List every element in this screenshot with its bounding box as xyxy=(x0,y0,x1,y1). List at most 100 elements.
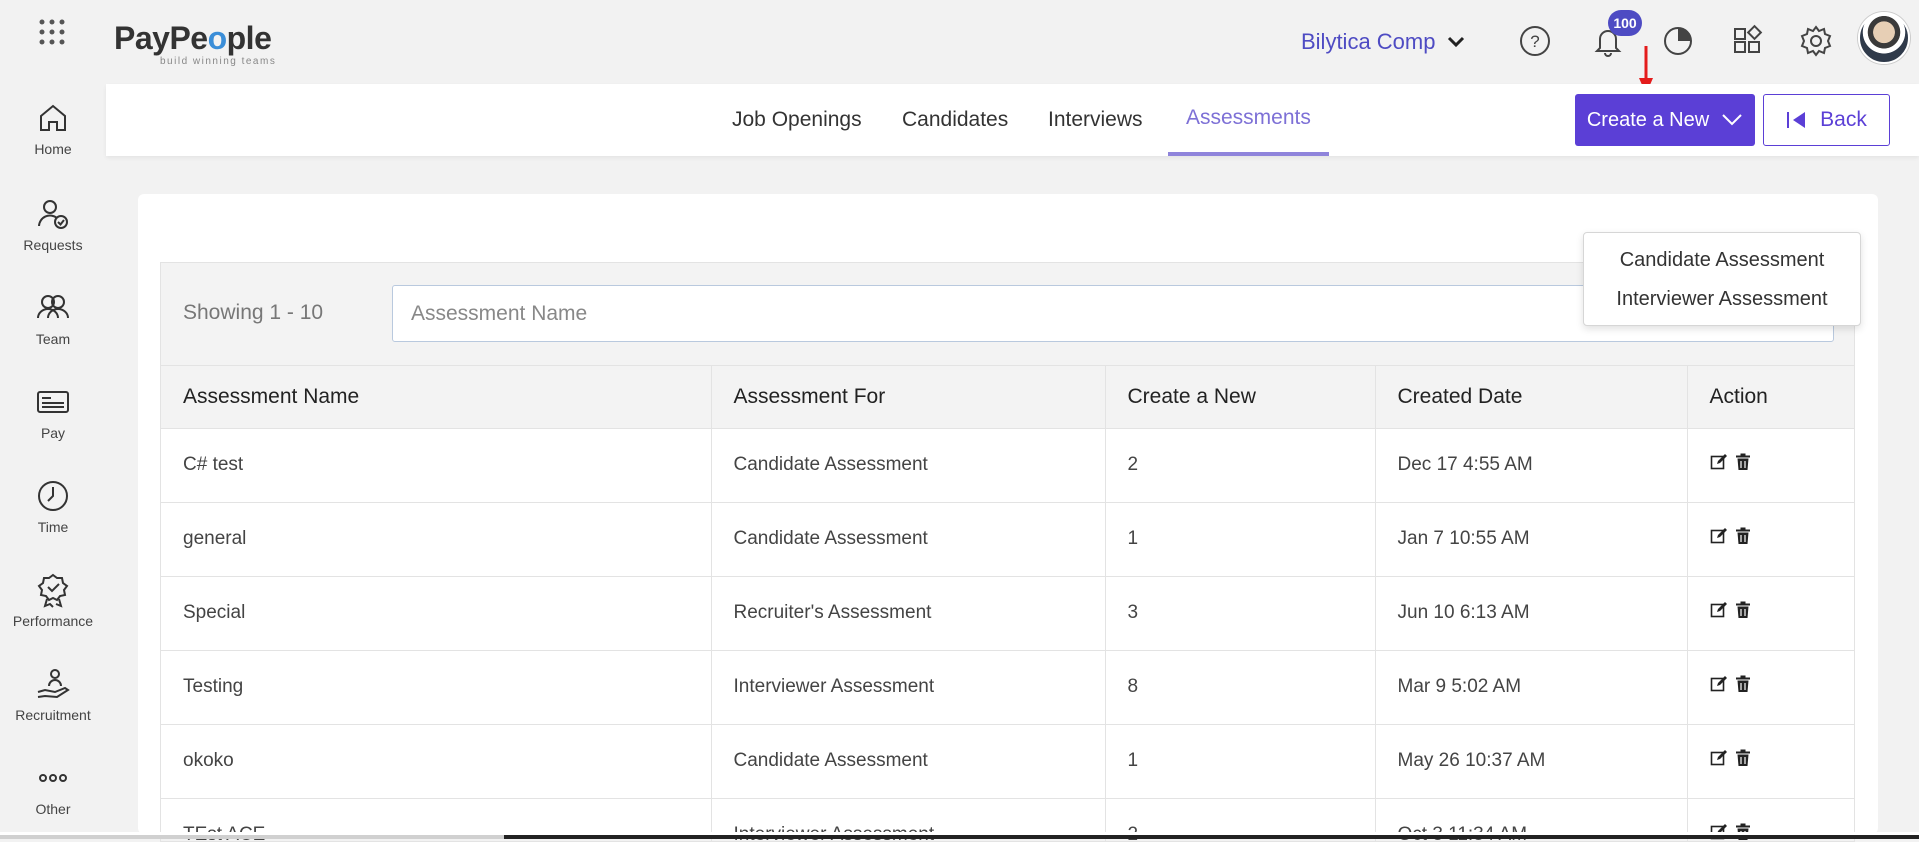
created-date-cell: Jun 10 6:13 AM xyxy=(1375,576,1688,651)
sidebar-item-other[interactable]: Other xyxy=(0,760,106,840)
chevron-down-icon xyxy=(1722,114,1742,126)
assessment-name-cell: okoko xyxy=(161,724,712,799)
tab-job-openings[interactable]: Job Openings xyxy=(732,84,862,156)
created-date-cell: Jan 7 10:55 AM xyxy=(1375,502,1688,577)
table-header-row: Assessment Name Assessment For Create a … xyxy=(161,366,1854,429)
sidebar-item-home[interactable]: Home xyxy=(0,100,106,180)
performance-icon xyxy=(37,573,69,608)
tab-assessments[interactable]: Assessments xyxy=(1168,84,1329,156)
sidebar-item-performance[interactable]: Performance xyxy=(0,572,106,652)
assessment-for-cell: Candidate Assessment xyxy=(711,502,1106,577)
table-row: Testing Interviewer Assessment 8 Mar 9 5… xyxy=(161,650,1854,725)
widgets-icon[interactable] xyxy=(1730,24,1764,58)
action-cell xyxy=(1687,650,1854,725)
assessment-name-cell: Testing xyxy=(161,650,712,725)
sidebar-item-pay[interactable]: Pay xyxy=(0,384,106,464)
home-icon xyxy=(40,104,66,131)
assessment-name-cell: general xyxy=(161,502,712,577)
table-row: Special Recruiter's Assessment 3 Jun 10 … xyxy=(161,576,1854,651)
recruitment-icon xyxy=(37,669,70,699)
action-cell xyxy=(1687,502,1854,577)
created-date-cell: Dec 17 4:55 AM xyxy=(1375,428,1688,503)
sidebar-item-requests[interactable]: Requests xyxy=(0,196,106,276)
menu-item-interviewer-assessment[interactable]: Interviewer Assessment xyxy=(1584,286,1860,325)
trash-icon[interactable] xyxy=(1734,675,1752,693)
assessment-for-cell: Recruiter's Assessment xyxy=(711,576,1106,651)
scrollbar-thumb[interactable] xyxy=(504,835,1919,839)
sidebar-item-label: Requests xyxy=(23,237,83,253)
edit-icon[interactable] xyxy=(1710,601,1728,619)
notification-badge: 100 xyxy=(1608,10,1642,36)
company-selector[interactable]: Bilytica Comp xyxy=(1301,29,1465,55)
column-header[interactable]: Create a New xyxy=(1105,366,1376,429)
action-cell xyxy=(1687,428,1854,503)
edit-icon[interactable] xyxy=(1710,675,1728,693)
chart-pie-icon[interactable] xyxy=(1661,24,1695,58)
assessment-name-cell: C# test xyxy=(161,428,712,503)
create-new-label: Create a New xyxy=(1586,108,1710,131)
create-new-button[interactable]: Create a New xyxy=(1575,94,1755,146)
svg-text:?: ? xyxy=(1530,32,1539,51)
sidebar-item-recruitment[interactable]: Recruitment xyxy=(0,666,106,746)
column-header[interactable]: Assessment For xyxy=(711,366,1106,429)
sidebar-item-label: Other xyxy=(35,801,71,817)
paypeople-logo[interactable]: PayPeople build winning teams xyxy=(114,18,275,70)
sidebar-item-label: Pay xyxy=(40,425,66,441)
action-cell xyxy=(1687,576,1854,651)
trash-icon[interactable] xyxy=(1734,453,1752,471)
tab-interviews[interactable]: Interviews xyxy=(1048,84,1143,156)
logo-tagline: build winning teams xyxy=(160,56,277,67)
left-sidebar: Home Requests Team Pay Time Performance … xyxy=(0,84,106,839)
back-label: Back xyxy=(1820,108,1867,131)
gear-icon[interactable] xyxy=(1799,24,1833,58)
table-row: general Candidate Assessment 1 Jan 7 10:… xyxy=(161,502,1854,577)
assessments-table-container: Showing 1 - 10 Assessment Name Assessmen… xyxy=(160,262,1855,842)
sidebar-item-label: Performance xyxy=(12,613,94,629)
assessment-for-cell: Candidate Assessment xyxy=(711,428,1106,503)
menu-item-candidate-assessment[interactable]: Candidate Assessment xyxy=(1584,247,1860,286)
table-row: C# test Candidate Assessment 2 Dec 17 4:… xyxy=(161,428,1854,503)
edit-icon[interactable] xyxy=(1710,527,1728,545)
table-body: C# test Candidate Assessment 2 Dec 17 4:… xyxy=(161,428,1854,841)
assessment-for-cell: Candidate Assessment xyxy=(711,724,1106,799)
sidebar-item-label: Home xyxy=(34,141,72,157)
trash-icon[interactable] xyxy=(1734,601,1752,619)
main-content: Job Openings Candidates Interviews Asses… xyxy=(106,84,1919,842)
assessments-table: Assessment Name Assessment For Create a … xyxy=(161,366,1854,841)
action-cell xyxy=(1687,724,1854,799)
table-row: okoko Candidate Assessment 1 May 26 10:3… xyxy=(161,724,1854,799)
created-date-cell: May 26 10:37 AM xyxy=(1375,724,1688,799)
sidebar-item-time[interactable]: Time xyxy=(0,478,106,558)
tab-label: Assessments xyxy=(1186,106,1311,129)
column-header[interactable]: Created Date xyxy=(1375,366,1688,429)
company-name: Bilytica Comp xyxy=(1301,29,1436,54)
chevron-down-icon xyxy=(1448,36,1465,48)
back-button[interactable]: Back xyxy=(1763,94,1890,146)
sidebar-item-team[interactable]: Team xyxy=(0,290,106,370)
edit-icon[interactable] xyxy=(1710,453,1728,471)
top-header: PayPeople build winning teams Bilytica C… xyxy=(0,0,1919,94)
horizontal-scrollbar[interactable] xyxy=(0,832,1919,839)
back-arrow-icon xyxy=(1787,112,1806,128)
trash-icon[interactable] xyxy=(1734,527,1752,545)
sidebar-item-label: Team xyxy=(35,331,71,347)
pay-icon xyxy=(37,391,69,413)
create-new-dropdown-menu: Candidate Assessment Interviewer Assessm… xyxy=(1583,232,1861,326)
column-header: Action xyxy=(1687,366,1854,429)
apps-grid-icon[interactable] xyxy=(38,18,66,46)
created-date-cell: Mar 9 5:02 AM xyxy=(1375,650,1688,725)
trash-icon[interactable] xyxy=(1734,749,1752,767)
requests-icon xyxy=(38,200,68,229)
tab-candidates[interactable]: Candidates xyxy=(902,84,1008,156)
more-icon xyxy=(39,774,67,782)
logo-text: PayPeople xyxy=(114,20,272,56)
tab-bar: Job Openings Candidates Interviews Asses… xyxy=(106,84,1919,156)
user-avatar[interactable] xyxy=(1858,12,1910,64)
count-cell: 1 xyxy=(1105,502,1376,577)
column-header[interactable]: Assessment Name xyxy=(161,366,712,429)
team-icon xyxy=(37,295,69,319)
showing-count: Showing 1 - 10 xyxy=(183,301,324,324)
count-cell: 3 xyxy=(1105,576,1376,651)
help-icon[interactable]: ? xyxy=(1518,24,1552,58)
edit-icon[interactable] xyxy=(1710,749,1728,767)
